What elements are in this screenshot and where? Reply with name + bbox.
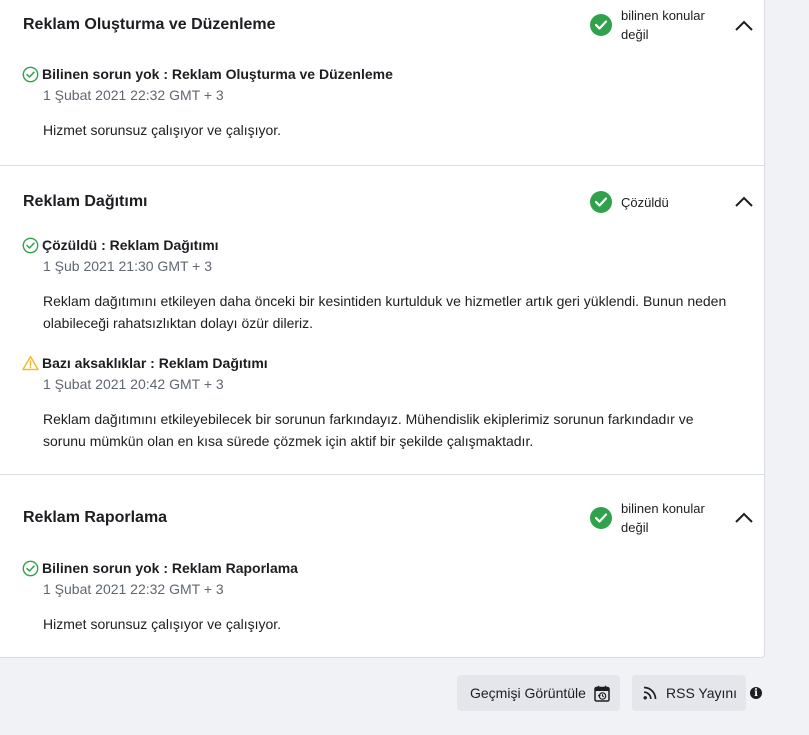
rss-icon	[643, 686, 657, 700]
incident-description: Reklam dağıtımını etkileyebilecek bir so…	[43, 411, 694, 449]
check-circle-icon	[22, 66, 39, 83]
section-ad-creation: Reklam Oluşturma ve Düzenleme bilinen ko…	[0, 0, 765, 165]
view-history-button[interactable]: Geçmişi Görüntüle	[457, 675, 620, 711]
check-circle-icon	[22, 237, 39, 254]
status-indicator: Çözüldü	[590, 191, 721, 213]
status-text: bilinen konular değil	[621, 8, 705, 42]
calendar-history-icon	[594, 685, 610, 702]
incident-title: Bazı aksaklıklar : Reklam Dağıtımı	[42, 355, 268, 371]
check-circle-icon	[22, 560, 39, 577]
incident-title: Bilinen sorun yok : Reklam Oluşturma ve …	[42, 66, 393, 82]
incident-date: 1 Şubat 2021 20:42 GMT + 3	[43, 376, 224, 392]
section-ad-reporting: Reklam Raporlama bilinen konular değil B…	[0, 474, 765, 659]
incident-item: Bilinen sorun yok : Reklam Raporlama 1 Ş…	[22, 559, 742, 635]
incident-description: Hizmet sorunsuz çalışıyor ve çalışıyor.	[43, 616, 282, 632]
incident-description: Hizmet sorunsuz çalışıyor ve çalışıyor.	[43, 122, 282, 138]
incident-date: 1 Şub 2021 21:30 GMT + 3	[43, 258, 213, 274]
chevron-up-icon[interactable]	[734, 194, 754, 208]
incident-title: Bilinen sorun yok : Reklam Raporlama	[42, 560, 298, 576]
status-text: bilinen konular değil	[621, 501, 705, 535]
incident-item: Bazı aksaklıklar : Reklam Dağıtımı 1 Şub…	[22, 354, 742, 452]
check-badge-icon	[590, 191, 612, 213]
incident-description: Reklam dağıtımını etkileyen daha önceki …	[43, 293, 727, 331]
chevron-up-icon[interactable]	[734, 18, 754, 32]
incident-item: Bilinen sorun yok : Reklam Oluşturma ve …	[22, 65, 742, 141]
history-button-label: Geçmişi Görüntüle	[470, 685, 586, 701]
incident-item: Çözüldü : Reklam Dağıtımı 1 Şub 2021 21:…	[22, 236, 742, 334]
warning-icon	[22, 355, 39, 372]
section-ad-delivery: Reklam Dağıtımı Çözüldü Çözüldü : Reklam…	[0, 165, 765, 475]
section-title: Reklam Dağıtımı	[23, 193, 148, 210]
status-indicator: bilinen konular değil	[590, 499, 721, 537]
section-title: Reklam Oluşturma ve Düzenleme	[23, 16, 276, 33]
rss-feed-button[interactable]: RSS Yayını	[632, 675, 746, 711]
info-icon[interactable]: i	[750, 687, 762, 699]
rss-button-label: RSS Yayını	[666, 685, 738, 701]
check-badge-icon	[590, 14, 612, 36]
incident-title: Çözüldü : Reklam Dağıtımı	[42, 237, 219, 253]
status-panel: Reklam Oluşturma ve Düzenleme bilinen ko…	[0, 0, 765, 658]
chevron-up-icon[interactable]	[734, 510, 754, 524]
incident-date: 1 Şubat 2021 22:32 GMT + 3	[43, 581, 224, 597]
check-badge-icon	[590, 507, 612, 529]
section-title: Reklam Raporlama	[23, 509, 168, 526]
incident-date: 1 Şubat 2021 22:32 GMT + 3	[43, 87, 224, 103]
status-text: Çözüldü	[621, 194, 669, 210]
status-indicator: bilinen konular değil	[590, 6, 721, 44]
